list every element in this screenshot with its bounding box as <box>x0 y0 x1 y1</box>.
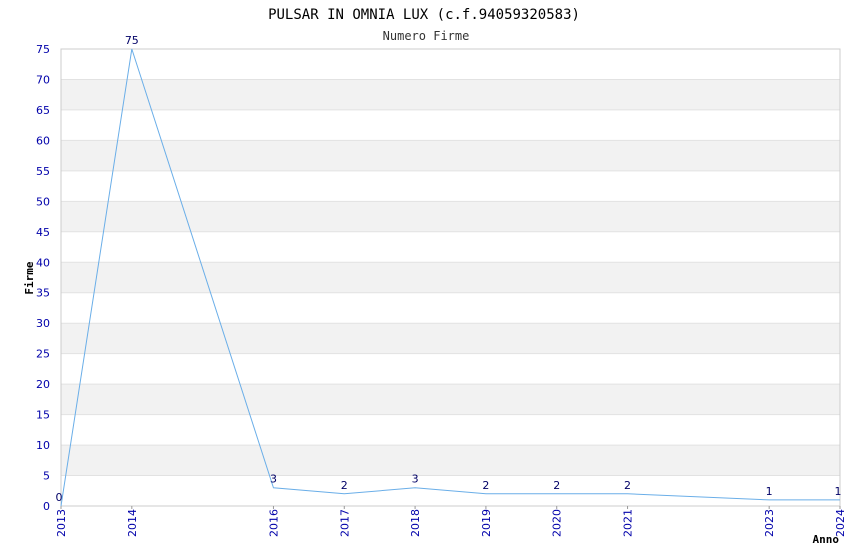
x-tick-label: 2013 <box>55 509 68 537</box>
grid-band <box>61 445 840 476</box>
chart-subtitle: Numero Firme <box>383 29 470 43</box>
x-tick-label: 2016 <box>267 509 280 537</box>
grid-band <box>61 79 840 110</box>
y-tick-label: 55 <box>36 165 50 178</box>
y-axis-label: Firme <box>23 261 36 294</box>
x-tick-label: 2018 <box>409 509 422 537</box>
y-tick-label: 10 <box>36 439 50 452</box>
y-tick-label: 30 <box>36 317 50 330</box>
y-tick-label: 70 <box>36 73 50 86</box>
y-tick-label: 35 <box>36 287 50 300</box>
y-tick-label: 75 <box>36 43 50 56</box>
data-label: 1 <box>835 485 842 498</box>
y-tick-label: 0 <box>43 500 50 513</box>
grid-bands <box>61 79 840 476</box>
x-tick-label: 2023 <box>763 509 776 537</box>
data-label: 2 <box>482 479 489 492</box>
line-chart: PULSAR IN OMNIA LUX (c.f.94059320583) Nu… <box>23 7 847 546</box>
x-tick-label: 2021 <box>622 509 635 537</box>
data-label: 3 <box>270 473 277 486</box>
x-tick-label: 2019 <box>480 509 493 537</box>
grid-band <box>61 323 840 354</box>
data-label: 2 <box>624 479 631 492</box>
x-tick-label: 2017 <box>338 509 351 537</box>
data-label: 0 <box>56 491 63 504</box>
y-tick-label: 65 <box>36 104 50 117</box>
y-tick-label: 15 <box>36 409 50 422</box>
data-label: 2 <box>341 479 348 492</box>
y-tick-label: 50 <box>36 195 50 208</box>
grid-band <box>61 201 840 232</box>
data-label: 75 <box>125 34 139 47</box>
data-label: 3 <box>412 473 419 486</box>
grid-band <box>61 262 840 293</box>
y-tick-label: 5 <box>43 470 50 483</box>
x-tick-label: 2020 <box>551 509 564 537</box>
y-tick-label: 40 <box>36 256 50 269</box>
data-label: 2 <box>553 479 560 492</box>
y-tick-label: 60 <box>36 134 50 147</box>
y-axis-ticks: 0 5 10 15 20 25 30 35 40 45 50 55 60 65 70 75 <box>36 43 50 513</box>
x-axis-label: Anno <box>813 533 840 546</box>
grid-band <box>61 384 840 415</box>
x-tick-label: 2014 <box>126 509 139 537</box>
y-tick-label: 25 <box>36 348 50 361</box>
x-axis-ticks: 2013 2014 2016 2017 2018 2019 2020 2021 2023 2024 <box>55 506 847 537</box>
chart-title: PULSAR IN OMNIA LUX (c.f.94059320583) <box>268 7 580 23</box>
data-label: 1 <box>766 485 773 498</box>
y-tick-label: 45 <box>36 226 50 239</box>
grid-band <box>61 140 840 171</box>
y-tick-label: 20 <box>36 378 50 391</box>
